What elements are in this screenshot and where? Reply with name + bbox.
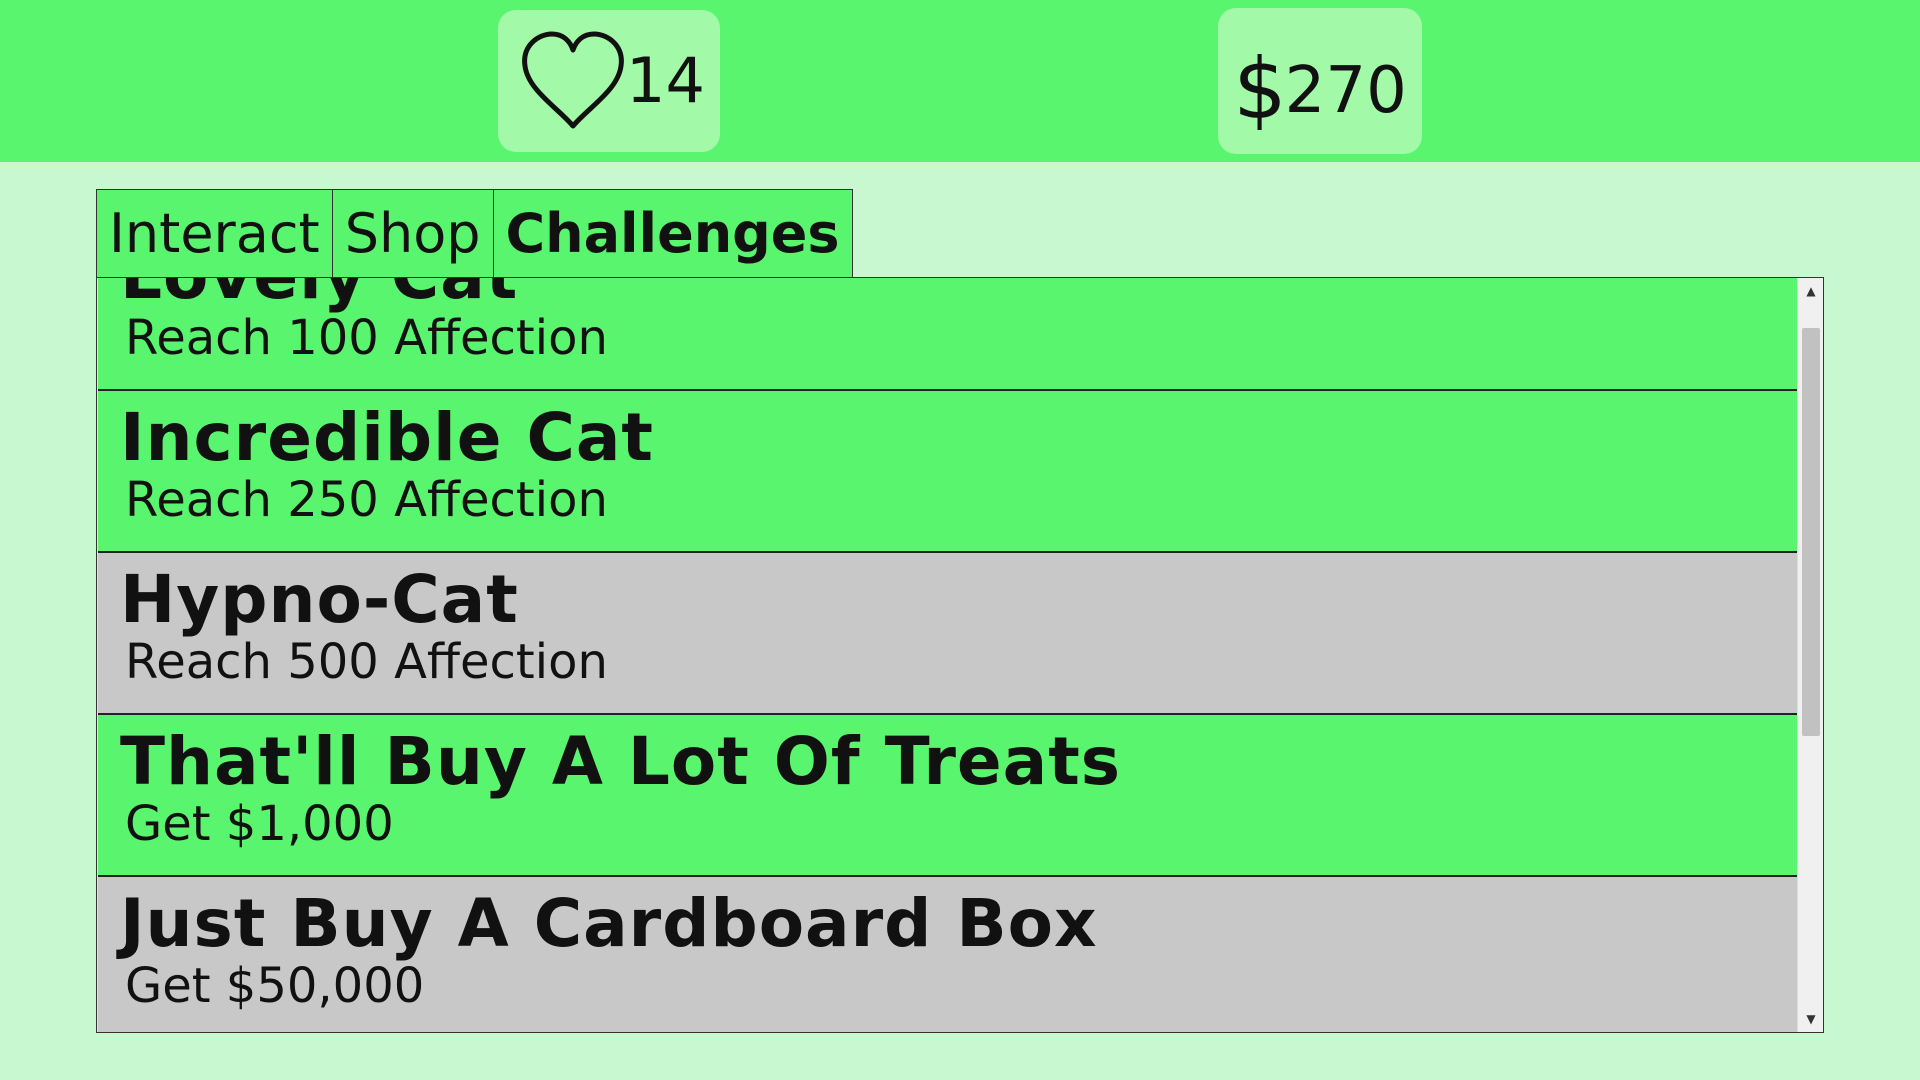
triangle-down-icon[interactable]: ▼ bbox=[1798, 1008, 1823, 1030]
challenge-description: Reach 500 Affection bbox=[125, 634, 608, 691]
money-value: 270 bbox=[1284, 54, 1407, 128]
challenge-description: Get $50,000 bbox=[125, 958, 425, 1015]
challenge-list: Lovely Cat Reach 100 Affection Incredibl… bbox=[98, 278, 1798, 1032]
challenge-item: Lovely Cat Reach 100 Affection bbox=[98, 278, 1798, 391]
affection-value: 14 bbox=[626, 44, 705, 117]
challenge-item: Incredible Cat Reach 250 Affection bbox=[98, 391, 1798, 553]
dollar-sign: $ bbox=[1233, 40, 1287, 138]
challenge-title: Hypno-Cat bbox=[120, 561, 519, 638]
vertical-scrollbar[interactable]: ▲ ▼ bbox=[1797, 278, 1823, 1032]
challenge-title: That'll Buy A Lot Of Treats bbox=[120, 723, 1122, 800]
tab-shop[interactable]: Shop bbox=[331, 189, 494, 278]
tab-interact[interactable]: Interact bbox=[96, 189, 333, 278]
challenge-description: Reach 250 Affection bbox=[125, 472, 608, 529]
challenge-title: Incredible Cat bbox=[120, 399, 654, 476]
affection-counter: 14 bbox=[498, 10, 720, 152]
triangle-up-icon[interactable]: ▲ bbox=[1798, 280, 1823, 302]
money-counter: $ 270 bbox=[1218, 8, 1422, 154]
challenge-item: Just Buy A Cardboard Box Get $50,000 bbox=[98, 877, 1798, 1032]
challenge-item: Hypno-Cat Reach 500 Affection bbox=[98, 553, 1798, 715]
challenge-title: Just Buy A Cardboard Box bbox=[120, 885, 1098, 962]
challenge-description: Get $1,000 bbox=[125, 796, 394, 853]
scrollbar-thumb[interactable] bbox=[1802, 328, 1820, 736]
challenge-title: Lovely Cat bbox=[120, 278, 1798, 310]
tab-challenges[interactable]: Challenges bbox=[492, 189, 853, 278]
heart-icon bbox=[522, 31, 624, 129]
top-bar: 14 $ 270 bbox=[0, 0, 1920, 162]
tab-bar: Interact Shop Challenges bbox=[96, 189, 853, 278]
challenges-panel[interactable]: Lovely Cat Reach 100 Affection Incredibl… bbox=[96, 277, 1824, 1033]
challenge-description: Reach 100 Affection bbox=[125, 310, 608, 367]
challenge-item: That'll Buy A Lot Of Treats Get $1,000 bbox=[98, 715, 1798, 877]
